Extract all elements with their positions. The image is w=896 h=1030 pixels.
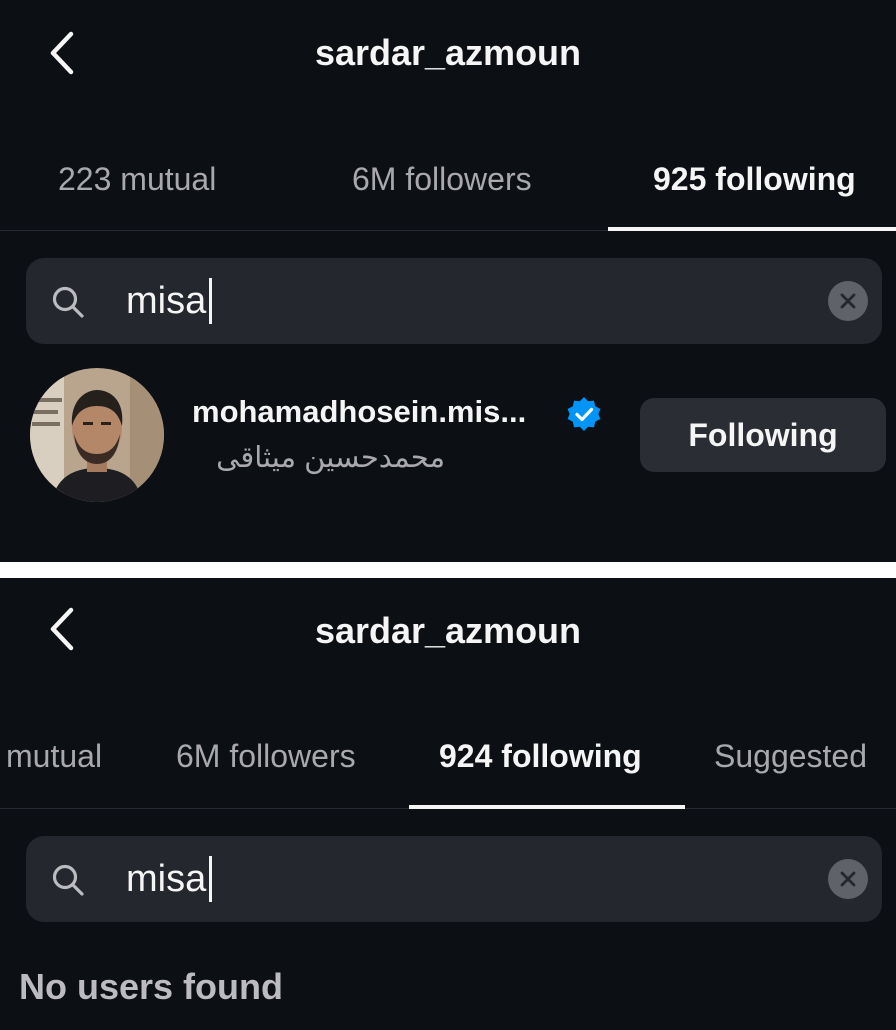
tab-following[interactable]: 924 following (439, 738, 642, 775)
following-button[interactable]: Following (640, 398, 886, 472)
empty-state-message: No users found (19, 966, 284, 1007)
search-input[interactable] (126, 258, 766, 344)
search-bar (26, 836, 882, 922)
search-input[interactable] (126, 836, 766, 922)
tab-mutual[interactable]: mutual (6, 738, 102, 775)
page-title: sardar_azmoun (314, 32, 582, 73)
following-screen-before: sardar_azmoun 223 mutual 6M followers 92… (0, 0, 896, 562)
clear-search-button[interactable] (828, 859, 868, 899)
tab-followers[interactable]: 6M followers (176, 738, 356, 775)
tab-followers[interactable]: 6M followers (352, 161, 532, 198)
result-full-name: محمدحسين ميثاقى (216, 442, 445, 474)
tab-following[interactable]: 925 following (653, 161, 856, 198)
close-icon (840, 293, 856, 309)
active-tab-indicator (608, 227, 896, 231)
text-cursor (209, 856, 212, 902)
search-icon (52, 286, 84, 318)
result-username[interactable]: mohamadhosein.mis... (192, 394, 526, 430)
search-icon (52, 864, 84, 896)
tab-mutual[interactable]: 223 mutual (58, 161, 216, 198)
user-avatar[interactable] (30, 368, 164, 502)
clear-search-button[interactable] (828, 281, 868, 321)
following-screen-after: sardar_azmoun mutual 6M followers 924 fo… (0, 578, 896, 1030)
active-tab-indicator (409, 805, 685, 809)
verified-badge-icon (567, 397, 601, 431)
close-icon (840, 871, 856, 887)
page-title: sardar_azmoun (314, 610, 582, 651)
text-cursor (209, 278, 212, 324)
avatar-portrait (30, 368, 164, 502)
tab-suggested[interactable]: Suggested (714, 738, 867, 775)
search-bar (26, 258, 882, 344)
